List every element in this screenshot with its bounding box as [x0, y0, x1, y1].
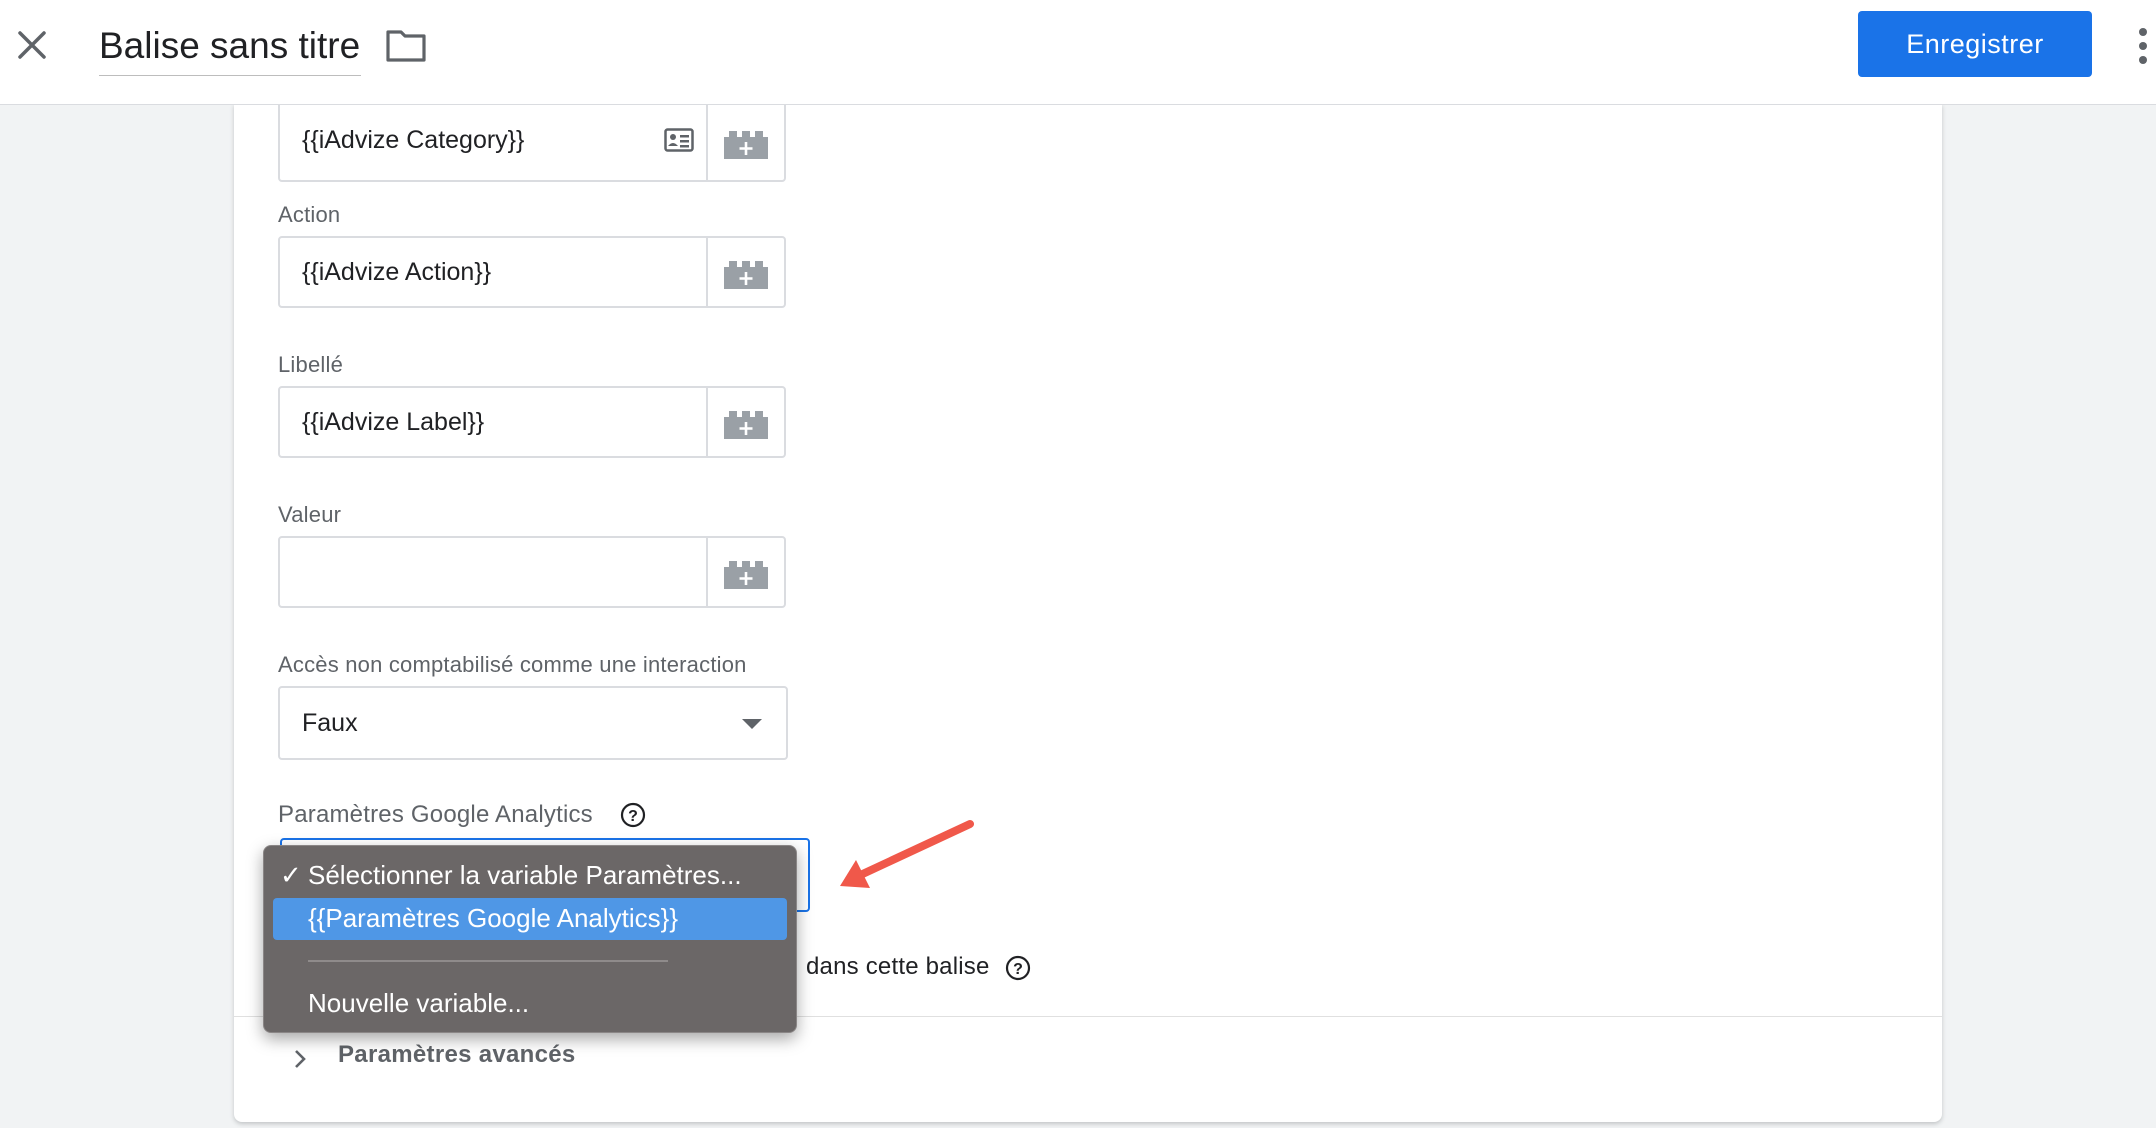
- help-icon: ?: [1005, 955, 1031, 981]
- chevron-down-icon: [742, 719, 762, 729]
- more-options-button[interactable]: [2130, 24, 2156, 68]
- close-button[interactable]: [14, 27, 50, 63]
- menu-separator: [308, 960, 668, 962]
- ga-settings-label: Paramètres Google Analytics: [278, 801, 593, 828]
- checkmark-icon: ✓: [280, 860, 302, 890]
- tag-title[interactable]: Balise sans titre: [99, 22, 361, 76]
- save-button[interactable]: Enregistrer: [1858, 11, 2092, 77]
- action-input[interactable]: {{iAdvize Action}}: [302, 238, 491, 306]
- svg-text:?: ?: [628, 808, 638, 825]
- folder-button[interactable]: [385, 28, 427, 64]
- insert-variable-icon: [724, 411, 768, 439]
- annotation-arrow-icon: [840, 820, 974, 888]
- contact-card-icon: [664, 128, 694, 152]
- non-interaction-select[interactable]: Faux: [278, 686, 788, 760]
- insert-variable-button[interactable]: [706, 96, 784, 180]
- insert-variable-button[interactable]: [706, 388, 784, 456]
- insert-variable-button[interactable]: [706, 538, 784, 606]
- close-icon: [18, 31, 46, 59]
- libelle-field: {{iAdvize Label}}: [278, 386, 786, 458]
- help-icon: ?: [620, 802, 646, 828]
- variable-dropdown-menu: ✓ Sélectionner la variable Paramètres...…: [263, 845, 797, 1033]
- more-vert-icon: [2139, 28, 2147, 64]
- override-help-button[interactable]: ?: [1005, 955, 1031, 981]
- action-field: {{iAdvize Action}}: [278, 236, 786, 308]
- chevron-right-icon: [295, 1050, 306, 1068]
- advanced-settings-label: Paramètres avancés: [338, 1041, 576, 1068]
- top-bar: Balise sans titre Enregistrer: [0, 0, 2156, 105]
- svg-text:?: ?: [1013, 961, 1023, 978]
- category-input[interactable]: {{iAdvize Category}}: [302, 106, 524, 174]
- libelle-label: Libellé: [278, 352, 344, 377]
- insert-variable-icon: [724, 261, 768, 289]
- folder-icon: [386, 30, 426, 62]
- non-interaction-value: Faux: [302, 709, 358, 737]
- action-label: Action: [278, 202, 341, 227]
- insert-variable-icon: [724, 131, 768, 159]
- valeur-label: Valeur: [278, 502, 342, 527]
- valeur-field: [278, 536, 786, 608]
- help-icon[interactable]: ?: [620, 802, 646, 828]
- insert-variable-button[interactable]: [706, 238, 784, 306]
- category-field: {{iAdvize Category}}: [278, 94, 786, 182]
- insert-variable-icon: [724, 561, 768, 589]
- libelle-input[interactable]: {{iAdvize Label}}: [302, 388, 484, 456]
- variable-card-button[interactable]: [664, 128, 694, 157]
- non-interaction-label: Accès non comptabilisé comme une interac…: [278, 652, 747, 677]
- override-settings-label: dans cette balise: [806, 953, 990, 980]
